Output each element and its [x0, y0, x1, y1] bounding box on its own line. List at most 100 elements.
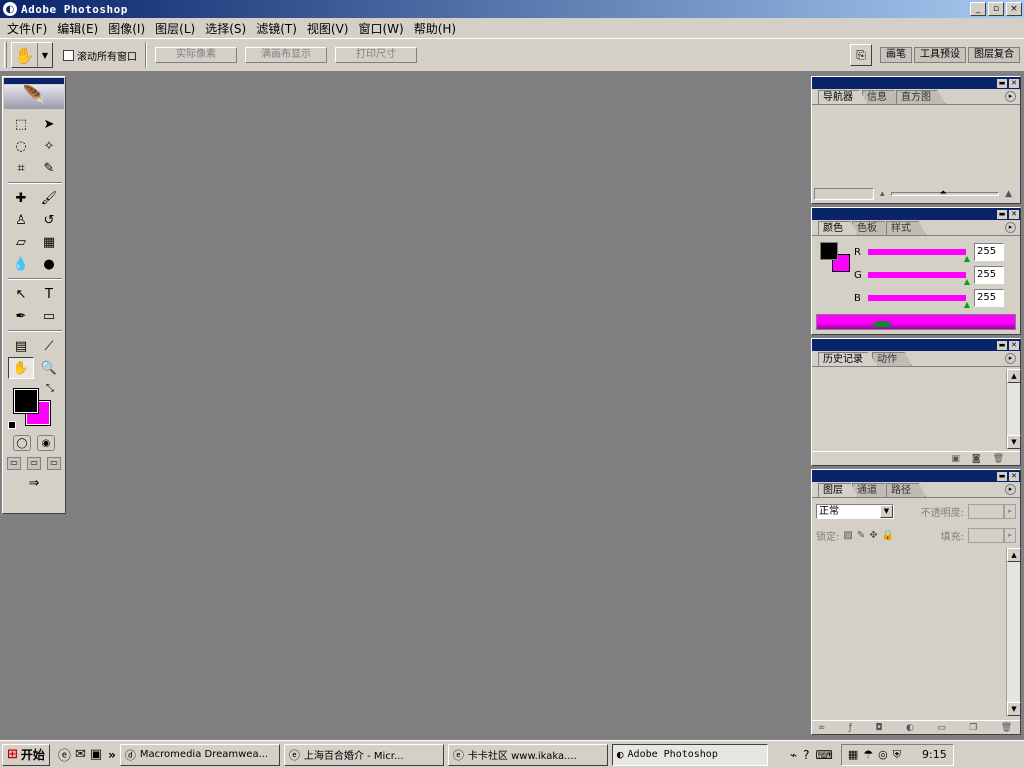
panel-close-button[interactable]: ✕: [1009, 471, 1019, 481]
menu-help[interactable]: 帮助(H): [409, 20, 461, 37]
healing-brush-tool-icon[interactable]: ✚: [8, 187, 34, 209]
tab-navigator[interactable]: 导航器: [818, 90, 868, 104]
more-icons-chevron-icon[interactable]: »: [108, 748, 116, 762]
zoom-out-icon[interactable]: ▴: [880, 189, 885, 199]
hand-tool-icon[interactable]: ✋: [8, 357, 34, 379]
magic-wand-tool-icon[interactable]: ✧: [36, 135, 62, 157]
full-screen-mode-icon[interactable]: ▭: [47, 457, 61, 470]
antivirus-icon[interactable]: ◎: [878, 748, 888, 761]
standard-mode-icon[interactable]: ◯: [13, 435, 31, 451]
brush-tool-icon[interactable]: 🖌: [36, 187, 62, 209]
tab-histogram[interactable]: 直方图: [896, 90, 946, 104]
channel-slider[interactable]: ▲: [868, 249, 970, 263]
fit-on-screen-button[interactable]: 满画布显示: [245, 47, 327, 63]
tab-history[interactable]: 历史记录: [818, 352, 878, 366]
scroll-down-icon[interactable]: ▼: [1007, 435, 1021, 449]
menu-window[interactable]: 窗口(W): [353, 20, 408, 37]
menu-filter[interactable]: 滤镜(T): [251, 20, 302, 37]
file-browser-icon[interactable]: ⎘: [850, 44, 872, 66]
panel-menu-icon[interactable]: ▸: [1005, 353, 1016, 364]
outlook-icon[interactable]: ✉: [75, 747, 86, 762]
panel-minimize-button[interactable]: ▬: [997, 471, 1007, 481]
opacity-field[interactable]: [968, 503, 1004, 519]
actual-pixels-button[interactable]: 实际像素: [155, 47, 237, 63]
slider-triangle-icon[interactable]: ▲: [964, 254, 970, 263]
menu-image[interactable]: 图像(I): [103, 20, 150, 37]
pen-tool-icon[interactable]: ✒: [8, 305, 34, 327]
color-ramp[interactable]: [816, 314, 1016, 330]
full-screen-menu-mode-icon[interactable]: ▭: [27, 457, 41, 470]
swap-colors-icon[interactable]: ⤡: [46, 383, 54, 394]
lock-image-icon[interactable]: ✎: [857, 530, 865, 541]
menu-select[interactable]: 选择(S): [200, 20, 251, 37]
panel-titlebar[interactable]: ▬ ✕: [812, 77, 1020, 89]
well-tab-brushes[interactable]: 画笔: [880, 47, 912, 63]
delete-state-icon[interactable]: 🗑: [993, 454, 1004, 464]
panel-menu-icon[interactable]: ▸: [1005, 91, 1016, 102]
dropdown-arrow-icon[interactable]: ▼: [880, 504, 893, 518]
panel-close-button[interactable]: ✕: [1009, 340, 1019, 350]
shield-icon[interactable]: ⛨: [893, 748, 901, 762]
lock-transparency-icon[interactable]: ▨: [843, 530, 852, 541]
fill-arrow-icon[interactable]: ▸: [1004, 527, 1016, 543]
marquee-tool-icon[interactable]: ⬚: [8, 113, 34, 135]
tab-paths[interactable]: 路径: [886, 483, 926, 497]
new-group-icon[interactable]: ▭: [937, 723, 946, 733]
task-dreamweaver[interactable]: ⓓ Macromedia Dreamwea...: [119, 743, 280, 766]
new-snapshot-icon[interactable]: ◙: [972, 454, 981, 464]
panel-titlebar[interactable]: ▬ ✕: [812, 470, 1020, 482]
ime-icon[interactable]: ⌨: [816, 748, 833, 762]
panel-titlebar[interactable]: ▬ ✕: [812, 339, 1020, 351]
quick-mask-mode-icon[interactable]: ◉: [37, 435, 55, 451]
history-brush-tool-icon[interactable]: ↺: [36, 209, 62, 231]
checkbox-box[interactable]: [63, 49, 74, 61]
jump-to-imageready-icon[interactable]: ⇒: [29, 476, 40, 491]
opacity-arrow-icon[interactable]: ▸: [1004, 503, 1016, 519]
dodge-tool-icon[interactable]: ●: [36, 253, 62, 275]
path-selection-tool-icon[interactable]: ↖: [8, 283, 34, 305]
start-button[interactable]: ⊞ 开始: [2, 743, 50, 766]
eyedropper-tool-icon[interactable]: ⟋: [36, 335, 62, 357]
channel-slider[interactable]: ▲: [868, 295, 970, 309]
eraser-tool-icon[interactable]: ▱: [8, 231, 34, 253]
task-browser-1[interactable]: ⓔ 上海百合婚介 - Micr...: [283, 743, 444, 766]
minimize-button[interactable]: _: [970, 2, 986, 16]
menu-layer[interactable]: 图层(L): [150, 20, 200, 37]
well-tab-layer-comps[interactable]: 图层复合: [968, 47, 1020, 63]
panel-minimize-button[interactable]: ▬: [997, 340, 1007, 350]
crop-tool-icon[interactable]: ⌗: [8, 157, 34, 179]
notes-tool-icon[interactable]: ▤: [8, 335, 34, 357]
layer-mask-icon[interactable]: ◘: [875, 723, 882, 733]
new-document-from-state-icon[interactable]: ▣: [951, 454, 960, 464]
task-photoshop[interactable]: ◐ Adobe Photoshop: [611, 743, 768, 766]
network-icon[interactable]: ⌁: [790, 748, 797, 762]
well-tab-tool-presets[interactable]: 工具预设: [914, 47, 966, 63]
color-panel-foreground-swatch[interactable]: [820, 242, 838, 260]
default-colors-icon[interactable]: [8, 421, 16, 429]
type-tool-icon[interactable]: T: [36, 283, 62, 305]
slice-tool-icon[interactable]: ✎: [36, 157, 62, 179]
panel-minimize-button[interactable]: ▬: [997, 78, 1007, 88]
scroll-up-icon[interactable]: ▲: [1007, 548, 1021, 562]
panel-close-button[interactable]: ✕: [1009, 209, 1019, 219]
lasso-tool-icon[interactable]: ◌: [8, 135, 34, 157]
task-browser-2[interactable]: ⓔ 卡卡社区 www.ikaka....: [447, 743, 608, 766]
tool-preset-picker[interactable]: ✋ ▼: [11, 42, 53, 68]
panel-menu-icon[interactable]: ▸: [1005, 222, 1016, 233]
panel-minimize-button[interactable]: ▬: [997, 209, 1007, 219]
standard-screen-mode-icon[interactable]: ▭: [7, 457, 21, 470]
fill-field[interactable]: [968, 527, 1004, 543]
zoom-percentage-field[interactable]: [814, 188, 874, 200]
move-tool-icon[interactable]: ➤: [36, 113, 62, 135]
lock-position-icon[interactable]: ✥: [869, 530, 877, 541]
foreground-color-swatch[interactable]: [13, 388, 39, 414]
show-desktop-icon[interactable]: ▣: [90, 747, 102, 762]
menu-view[interactable]: 视图(V): [302, 20, 354, 37]
lock-all-icon[interactable]: 🔒: [882, 530, 894, 541]
tab-styles[interactable]: 样式: [886, 221, 926, 235]
zoom-in-icon[interactable]: ▲: [1005, 189, 1012, 199]
tab-actions[interactable]: 动作: [872, 352, 912, 366]
gradient-tool-icon[interactable]: ▦: [36, 231, 62, 253]
panel-close-button[interactable]: ✕: [1009, 78, 1019, 88]
channel-slider[interactable]: ▲: [868, 272, 970, 286]
